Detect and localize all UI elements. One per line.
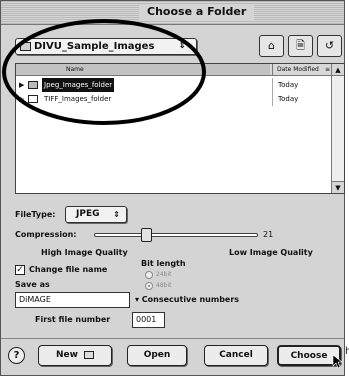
list-item-name: TIFF_Images_folder — [44, 95, 112, 103]
help-button[interactable]: ? — [8, 347, 25, 364]
desktop-button[interactable]: 🗎 — [288, 35, 313, 57]
first-file-number-label: First file number — [35, 315, 111, 324]
popup-arrows-icon: ⇕ — [178, 41, 186, 51]
recent-button[interactable]: ↺ — [317, 35, 342, 57]
divider — [1, 338, 344, 339]
choose-folder-dialog: Choose a Folder DIVU_Sample_Images ⇕ ⌂ 🗎… — [0, 0, 345, 376]
bit-length-label: Bit length — [141, 259, 186, 268]
disclosure-triangle-icon[interactable]: ▷ — [19, 92, 24, 106]
bit24-radio[interactable] — [145, 271, 153, 279]
new-folder-icon — [84, 350, 95, 359]
column-date-header[interactable]: Date Modified — [272, 64, 319, 75]
first-file-number-input[interactable]: 0001 — [132, 312, 165, 328]
bit48-radio[interactable] — [145, 282, 153, 290]
list-item[interactable]: ▷ TIFF_Images_folder Today — [16, 92, 332, 106]
scroll-up-arrow-icon[interactable]: ▲ — [332, 64, 344, 76]
compression-value: 21 — [263, 230, 274, 239]
new-folder-label: New — [55, 350, 78, 360]
column-separator — [272, 78, 273, 92]
folder-icon — [28, 95, 38, 103]
save-as-input[interactable]: DiMAGE — [15, 292, 130, 308]
disclosure-triangle-icon[interactable]: ▶ — [19, 78, 24, 92]
consecutive-numbers-label: ▾ Consecutive numbers — [135, 295, 240, 304]
list-item-date: Today — [278, 81, 299, 89]
low-quality-label: Low Image Quality — [229, 248, 313, 257]
home-icon: ⌂ — [268, 39, 275, 52]
dialog-title: Choose a Folder — [139, 4, 255, 20]
filetype-value: JPEG — [76, 209, 100, 219]
new-folder-button[interactable]: New — [38, 345, 112, 366]
location-popup[interactable]: DIVU_Sample_Images ⇕ — [15, 38, 197, 55]
list-header: Name Date Modified ≡ — [16, 64, 332, 76]
location-value: DIVU_Sample_Images — [34, 41, 155, 52]
change-name-label: Change file name — [29, 265, 108, 274]
compression-slider-thumb[interactable] — [140, 228, 152, 242]
title-bar[interactable]: Choose a Folder — [1, 1, 344, 25]
save-as-label: Save as — [15, 280, 50, 289]
choose-button[interactable]: Choose — [277, 345, 341, 366]
sort-order-icon[interactable]: ≡ — [325, 64, 330, 75]
refresh-icon: ↺ — [324, 39, 335, 52]
compression-slider[interactable] — [94, 233, 258, 237]
column-name-header[interactable]: Name — [16, 64, 270, 75]
check-icon: ✓ — [16, 265, 24, 275]
vertical-scrollbar[interactable]: ▲ ▼ — [331, 64, 344, 193]
file-list[interactable]: Name Date Modified ≡ ▶ Jpeg_Images_folde… — [15, 63, 345, 194]
help-icon: ? — [13, 350, 20, 361]
home-button[interactable]: ⌂ — [259, 35, 284, 57]
open-label: Open — [143, 350, 171, 360]
choose-label: Choose — [290, 351, 328, 361]
column-separator — [272, 92, 273, 106]
outside-text: h — [345, 346, 349, 357]
cancel-label: Cancel — [219, 350, 253, 360]
compression-label: Compression: — [15, 230, 77, 239]
scroll-down-arrow-icon[interactable]: ▼ — [332, 181, 344, 193]
folder-icon — [20, 42, 31, 51]
document-icon: 🗎 — [296, 39, 305, 52]
filetype-select[interactable]: JPEG ⇕ — [65, 206, 127, 223]
list-item-date: Today — [278, 95, 299, 103]
folder-icon — [28, 81, 38, 89]
list-item-name: Jpeg_Images_folder — [42, 78, 115, 92]
select-arrows-icon: ⇕ — [113, 210, 120, 219]
open-button[interactable]: Open — [127, 345, 187, 366]
bit48-label: 48bit — [156, 282, 172, 289]
bit24-label: 24bit — [156, 271, 172, 278]
high-quality-label: High Image Quality — [41, 248, 128, 257]
change-name-checkbox[interactable]: ✓ — [15, 265, 25, 275]
filetype-label: FileType: — [15, 210, 56, 219]
cancel-button[interactable]: Cancel — [204, 345, 268, 366]
list-item[interactable]: ▶ Jpeg_Images_folder Today — [16, 78, 332, 92]
